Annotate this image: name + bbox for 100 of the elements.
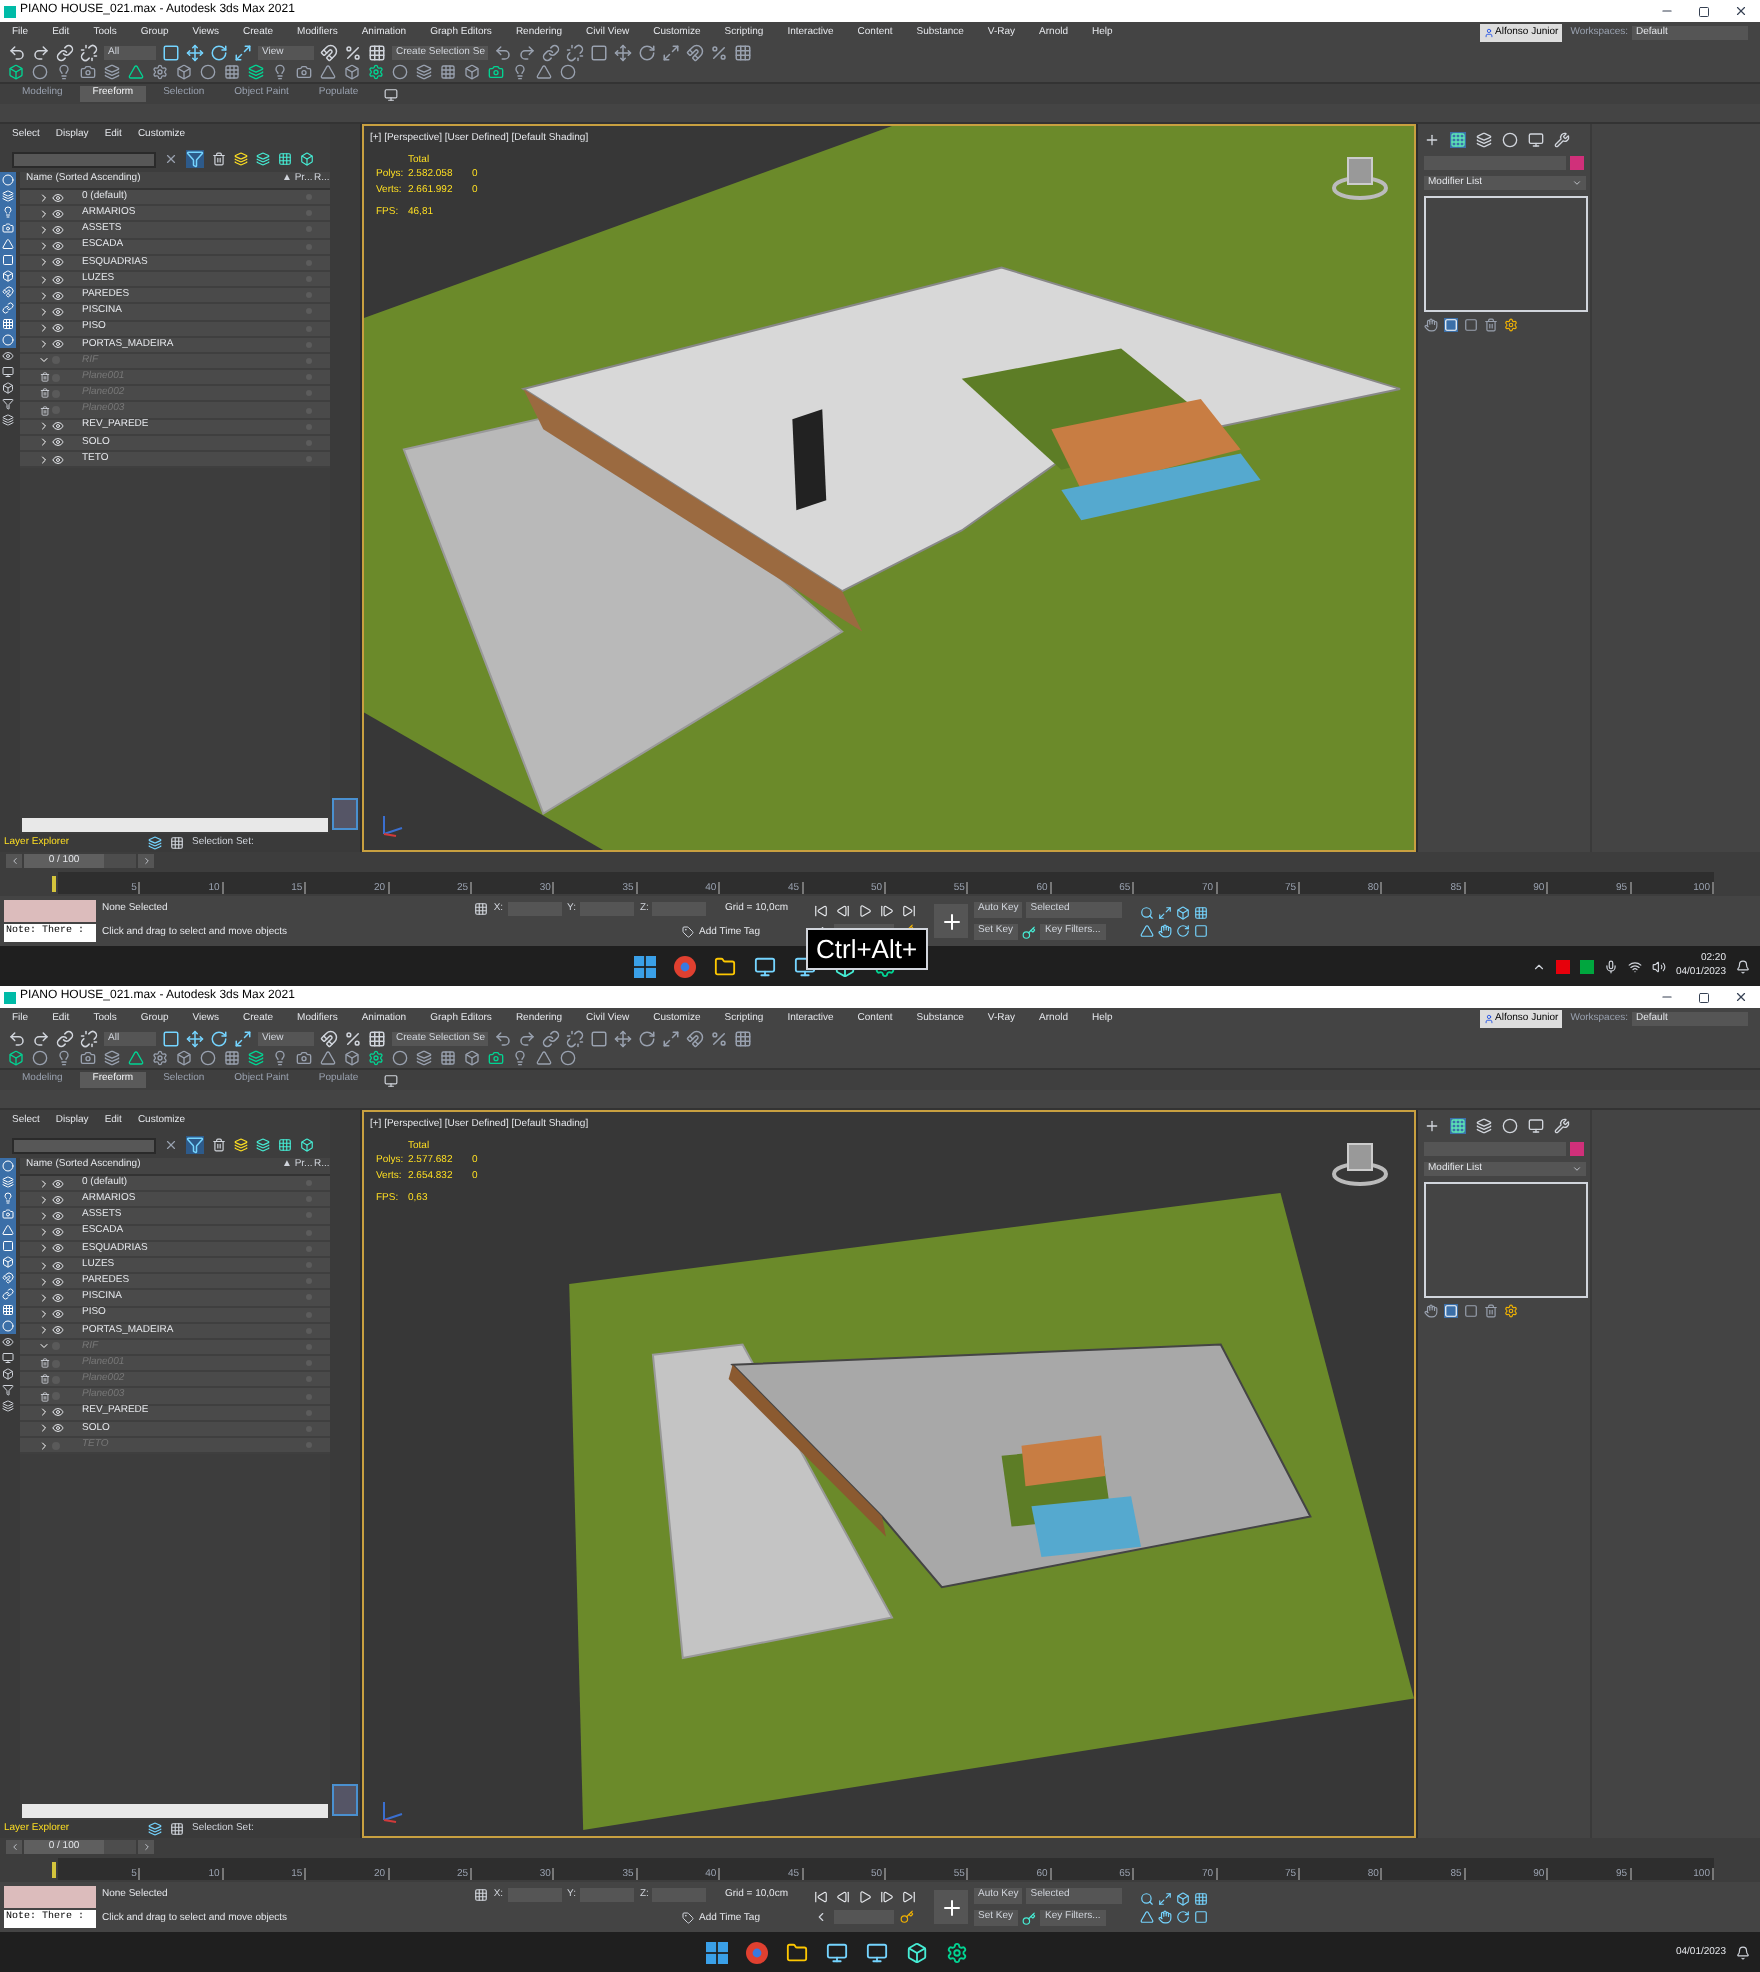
eye-icon[interactable] [52, 1422, 64, 1435]
move-icon[interactable] [186, 1030, 204, 1049]
eye-icon[interactable] [52, 1324, 64, 1337]
layer-icon[interactable] [148, 836, 162, 850]
close-icon[interactable] [164, 1138, 178, 1152]
search-field[interactable] [12, 1137, 156, 1153]
tool-icon[interactable] [512, 64, 528, 81]
tool-icon[interactable] [80, 1050, 96, 1067]
ribbon-options-icon[interactable] [384, 1073, 399, 1087]
delete-icon[interactable] [1484, 318, 1498, 332]
grid-icon[interactable] [368, 44, 386, 63]
tool-icon[interactable] [392, 64, 408, 81]
navigation-icon[interactable] [1176, 1891, 1191, 1905]
eye-icon[interactable] [52, 223, 64, 236]
eye-icon[interactable] [52, 1291, 64, 1304]
next-key-icon[interactable] [880, 904, 894, 918]
link-icon[interactable] [56, 44, 74, 63]
folder-icon[interactable] [786, 1941, 809, 1963]
layer-icon[interactable] [234, 152, 248, 166]
tool-icon[interactable] [104, 1050, 120, 1067]
motion-icon[interactable] [1502, 132, 1518, 148]
utilities-icon[interactable] [1554, 1118, 1570, 1134]
time-marker[interactable] [52, 875, 56, 891]
navigation-icon[interactable] [1140, 1891, 1155, 1905]
tool-icon[interactable] [272, 64, 288, 81]
play-icon[interactable] [858, 904, 872, 918]
navigation-icon[interactable] [1140, 1909, 1155, 1923]
start-icon[interactable] [634, 955, 657, 977]
tool-icon[interactable] [416, 1050, 432, 1067]
wifi-icon[interactable] [1627, 959, 1642, 973]
lock-selection-icon[interactable] [473, 1888, 488, 1903]
scroll-bar[interactable] [22, 818, 328, 832]
play-icon[interactable] [858, 1890, 872, 1904]
redo-icon[interactable] [32, 44, 50, 63]
tool-icon[interactable] [152, 1050, 168, 1067]
tool-icon[interactable] [104, 64, 120, 81]
layer-icon[interactable] [256, 152, 270, 166]
hierarchy-icon[interactable] [170, 1822, 184, 1836]
hierarchy-icon[interactable] [278, 152, 292, 166]
tool-icon[interactable] [542, 44, 561, 63]
utilities-icon[interactable] [1554, 132, 1570, 148]
app-icon[interactable] [754, 955, 777, 977]
navigation-icon[interactable] [1158, 905, 1173, 919]
go-to-end-icon[interactable] [902, 1890, 916, 1904]
eye-icon[interactable] [52, 1259, 64, 1272]
percent-snap-icon[interactable] [344, 44, 362, 63]
ribbon-options-icon[interactable] [384, 87, 399, 101]
chevron-up-icon[interactable] [1531, 959, 1546, 973]
go-to-start-icon[interactable] [814, 1890, 828, 1904]
tool-icon[interactable] [734, 44, 753, 63]
rotate-icon[interactable] [210, 1030, 228, 1049]
redo-icon[interactable] [32, 1030, 50, 1049]
eye-icon[interactable] [52, 1275, 64, 1288]
tool-icon[interactable] [272, 1050, 288, 1067]
key-icon[interactable] [1021, 1911, 1036, 1925]
tool-icon[interactable] [638, 1030, 657, 1049]
tool-icon[interactable] [488, 64, 504, 81]
app-icon[interactable] [946, 1941, 969, 1963]
folder-icon[interactable] [714, 955, 737, 977]
tool-icon[interactable] [392, 1050, 408, 1067]
hierarchy-icon[interactable] [278, 1138, 292, 1152]
tool-icon[interactable] [176, 1050, 192, 1067]
tool-icon[interactable] [296, 64, 312, 81]
next-key-icon[interactable] [880, 1890, 894, 1904]
tool-icon[interactable] [368, 1050, 384, 1067]
tool-icon[interactable] [542, 1030, 561, 1049]
navigation-icon[interactable] [1140, 905, 1155, 919]
navigation-icon[interactable] [1176, 905, 1191, 919]
undo-icon[interactable] [8, 44, 26, 63]
snap-icon[interactable] [320, 44, 338, 63]
undo-icon[interactable] [8, 1030, 26, 1049]
notification-icon[interactable] [1736, 1945, 1750, 1959]
scale-icon[interactable] [234, 44, 252, 63]
eye-icon[interactable] [52, 453, 64, 466]
hierarchy-icon[interactable] [1476, 132, 1492, 148]
tool-icon[interactable] [512, 1050, 528, 1067]
eye-icon[interactable] [52, 305, 64, 318]
navigation-icon[interactable] [1176, 923, 1191, 937]
user-icon[interactable] [1483, 28, 1493, 38]
tool-icon[interactable] [686, 1030, 705, 1049]
speaker-icon[interactable] [1651, 959, 1666, 973]
layer-icon[interactable] [300, 152, 314, 166]
object-icon[interactable] [40, 405, 50, 416]
eye-icon[interactable] [52, 256, 64, 269]
tool-icon[interactable] [416, 64, 432, 81]
tool-icon[interactable] [248, 64, 264, 81]
rotate-icon[interactable] [210, 44, 228, 63]
scroll-bar[interactable] [22, 1804, 328, 1818]
time-config-icon[interactable] [814, 1910, 828, 1924]
close-icon[interactable] [1734, 990, 1748, 1004]
navigation-icon[interactable] [1140, 923, 1155, 937]
tool-icon[interactable] [128, 64, 144, 81]
eye-icon[interactable] [52, 289, 64, 302]
eye-icon[interactable] [52, 322, 64, 335]
tool-icon[interactable] [662, 44, 681, 63]
tool-icon[interactable] [494, 44, 513, 63]
app-icon[interactable] [826, 1941, 849, 1963]
user-icon[interactable] [1483, 1014, 1493, 1024]
tool-icon[interactable] [320, 1050, 336, 1067]
tool-icon[interactable] [32, 64, 48, 81]
